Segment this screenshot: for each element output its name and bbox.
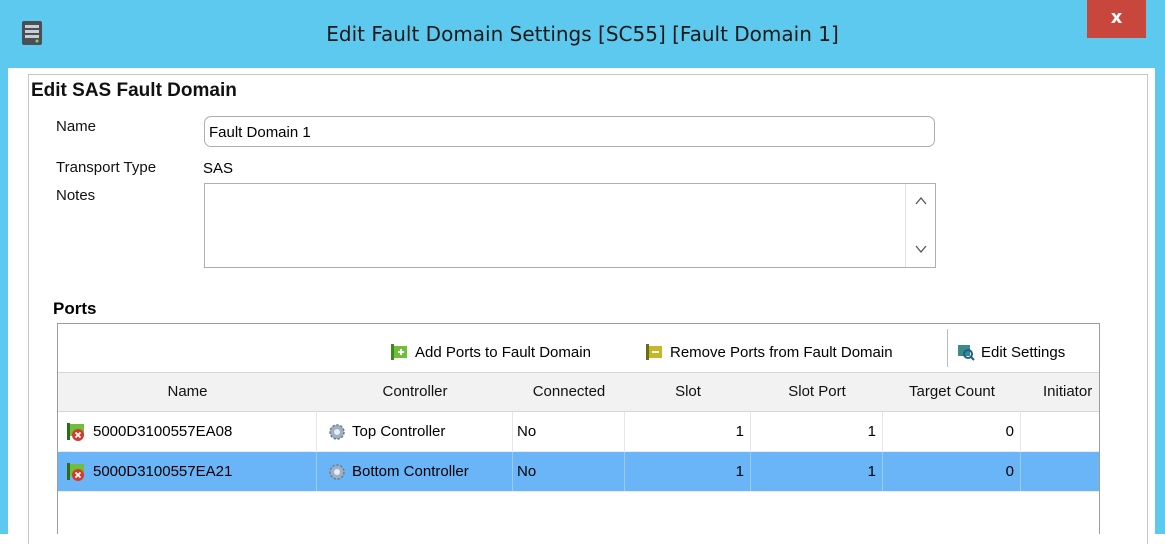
edit-settings-icon <box>958 345 975 361</box>
add-ports-button[interactable]: Add Ports to Fault Domain <box>391 341 591 363</box>
transport-type-label: Transport Type <box>56 159 157 176</box>
remove-ports-label: Remove Ports from Fault Domain <box>670 343 893 361</box>
table-row[interactable]: 5000D3100557EA21 Bottom Controller No 1 … <box>58 452 1099 492</box>
ports-table-header: Name Controller Connected Slot Slot Port… <box>58 372 1099 412</box>
notes-text <box>205 184 935 192</box>
column-header-slot[interactable]: Slot <box>625 373 751 411</box>
dialog-window: Edit Fault Domain Settings [SC55] [Fault… <box>0 0 1165 544</box>
slot-port-cell: 1 <box>751 452 883 491</box>
name-label: Name <box>56 118 97 135</box>
slot-cell: 1 <box>625 412 751 451</box>
add-ports-label: Add Ports to Fault Domain <box>415 343 591 361</box>
chevron-up-icon[interactable] <box>914 194 928 208</box>
add-port-icon <box>391 344 407 360</box>
initiator-cell <box>1021 452 1099 491</box>
column-header-slot-port[interactable]: Slot Port <box>751 373 883 411</box>
ports-toolbar: Add Ports to Fault Domain Remove Ports f… <box>58 324 1099 372</box>
port-name: 5000D3100557EA21 <box>93 463 233 480</box>
notes-textarea[interactable] <box>204 183 936 268</box>
remove-port-icon <box>646 344 662 360</box>
close-button[interactable]: x <box>1087 0 1146 38</box>
target-count-cell: 0 <box>883 452 1021 491</box>
port-name-cell: 5000D3100557EA21 <box>58 452 317 491</box>
column-header-name[interactable]: Name <box>58 373 317 411</box>
transport-type-value: SAS <box>203 160 234 177</box>
connected-cell: No <box>513 452 625 491</box>
toolbar-divider <box>947 329 948 367</box>
ports-panel: Add Ports to Fault Domain Remove Ports f… <box>57 323 1100 534</box>
column-header-connected[interactable]: Connected <box>513 373 625 411</box>
gear-icon <box>329 424 345 440</box>
window-title: Edit Fault Domain Settings [SC55] [Fault… <box>326 22 839 46</box>
target-count-cell: 0 <box>883 412 1021 451</box>
edit-settings-label: Edit Settings <box>981 343 1066 361</box>
column-header-controller[interactable]: Controller <box>317 373 513 411</box>
initiator-cell <box>1021 412 1099 451</box>
notes-label: Notes <box>56 187 96 204</box>
table-row[interactable]: 5000D3100557EA08 Top Controller No 1 1 0 <box>58 412 1099 452</box>
port-name-cell: 5000D3100557EA08 <box>58 412 317 451</box>
controller-cell: Bottom Controller <box>317 452 513 491</box>
slot-port-cell: 1 <box>751 412 883 451</box>
port-name: 5000D3100557EA08 <box>93 423 233 440</box>
column-header-initiator[interactable]: Initiator <box>1021 373 1099 411</box>
slot-cell: 1 <box>625 452 751 491</box>
section-title: Edit SAS Fault Domain <box>31 80 237 101</box>
remove-ports-button[interactable]: Remove Ports from Fault Domain <box>646 341 893 363</box>
gear-icon <box>329 464 345 480</box>
ports-title: Ports <box>53 299 97 318</box>
column-header-target-count[interactable]: Target Count <box>883 373 1021 411</box>
port-error-icon <box>67 463 84 482</box>
port-error-icon <box>67 423 84 442</box>
controller-cell: Top Controller <box>317 412 513 451</box>
connected-cell: No <box>513 412 625 451</box>
name-input[interactable]: Fault Domain 1 <box>204 116 935 147</box>
controller-name: Top Controller <box>352 423 446 440</box>
controller-name: Bottom Controller <box>352 463 469 480</box>
title-bar[interactable]: Edit Fault Domain Settings [SC55] [Fault… <box>0 0 1165 68</box>
chevron-down-icon[interactable] <box>914 242 928 256</box>
notes-scrollbar[interactable] <box>905 184 935 267</box>
edit-settings-button[interactable]: Edit Settings <box>957 341 1065 363</box>
